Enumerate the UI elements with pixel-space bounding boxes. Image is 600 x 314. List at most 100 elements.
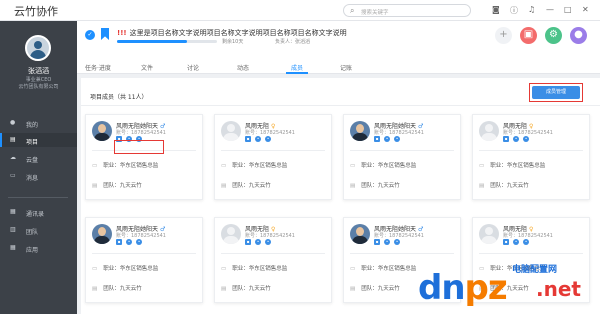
card-divider (479, 150, 583, 151)
sidebar-item-apps[interactable]: ▦ 应用 (0, 241, 77, 255)
member-position-text: 职业：华东区销售总监 (232, 163, 288, 169)
add-button[interactable]: + (495, 27, 512, 44)
member-team-text: 团队：九天云竹 (103, 286, 142, 292)
mail-icon[interactable]: • (523, 136, 529, 142)
tab-discussion[interactable]: 讨论 (187, 63, 199, 72)
member-actions: ▪ • • (245, 136, 275, 143)
member-position-text: 职业：华东区销售总监 (361, 266, 417, 272)
phone-icon[interactable]: • (255, 136, 261, 142)
mail-icon[interactable]: • (394, 239, 400, 245)
phone-icon[interactable]: • (384, 136, 390, 142)
tab-accounting[interactable]: 记账 (340, 63, 352, 72)
member-team-text: 团队：九天云竹 (232, 183, 271, 189)
mail-icon[interactable]: • (136, 239, 142, 245)
member-team: ▤ 团队：九天云竹 (92, 284, 142, 292)
sidebar-item-label: 项目 (26, 138, 39, 146)
sidebar-item-mine[interactable]: ● 我的 (0, 116, 77, 130)
section-title: 项目成员（共 11人） (90, 94, 148, 101)
sidebar: 张滔滔 事业兼CEO 云竹团队有限公司 ● 我的 ▤ 项目 ☁ 云盘 ▭ 消息 … (0, 21, 77, 314)
member-card[interactable]: 风雨无阻她阳天 ♂ 账号：18782542541 ▪ • • ▭ 职业：华东区销售总监 ▤ 团队：… (343, 114, 461, 200)
sidebar-divider (8, 197, 68, 198)
settings-icon[interactable]: ⚙ (545, 27, 562, 44)
sidebar-item-project[interactable]: ▤ 项目 (0, 133, 77, 147)
member-card[interactable]: 风雨无阻 ♀ 账号：18782542541 ▪ • • ▭ 职业：华东区销售总监 ▤ 团队：九天云… (472, 114, 590, 200)
sidebar-item-messages[interactable]: ▭ 消息 (0, 169, 77, 183)
delete-icon[interactable]: ▣ (520, 27, 537, 44)
sidebar-item-label: 通讯录 (26, 210, 45, 218)
sidebar-item-team[interactable]: ▥ 团队 (0, 223, 77, 237)
mail-icon[interactable]: • (265, 239, 271, 245)
more-icon[interactable]: ● (570, 27, 587, 44)
phone-icon[interactable]: • (255, 239, 261, 245)
member-avatar[interactable] (221, 121, 241, 141)
sidebar-item-contacts[interactable]: ▦ 通讯录 (0, 205, 77, 219)
card-divider (479, 253, 583, 254)
member-position-text: 职业：华东区销售总监 (103, 266, 159, 272)
member-card[interactable]: 风雨无阻她阳天 ♂ 账号：18782542541 ▪ • • ▭ 职业：华东区销售总监 ▤ 团队：… (85, 217, 203, 303)
member-card[interactable]: 风雨无阻她阳天 ♂ 账号：18782542541 ▪ • • ▭ 职业：华东区销售总监 ▤ 团队：… (85, 114, 203, 200)
chat-icon[interactable]: ▪ (116, 239, 122, 245)
chat-icon[interactable]: ▪ (374, 239, 380, 245)
member-avatar[interactable] (479, 224, 499, 244)
minimize-icon[interactable]: — (546, 5, 554, 14)
member-account: 账号：18782542541 (374, 130, 424, 136)
member-team-text: 团队：九天云竹 (361, 183, 400, 189)
team-icon: ▤ (221, 286, 227, 292)
team-icon: ▤ (350, 183, 356, 189)
priority-mark: !!! (117, 29, 127, 37)
phone-icon[interactable]: • (513, 136, 519, 142)
member-avatar[interactable] (350, 121, 370, 141)
card-divider (221, 150, 325, 151)
team-icon: ▤ (221, 183, 227, 189)
mail-icon[interactable]: • (394, 136, 400, 142)
team-icon: ▤ (92, 286, 98, 292)
briefcase-icon: ▭ (221, 266, 227, 272)
briefcase-icon: ▭ (221, 163, 227, 169)
tab-activity[interactable]: 动态 (237, 63, 249, 72)
check-icon[interactable]: ✓ (85, 30, 95, 40)
tab-members[interactable]: 成员 (285, 63, 309, 74)
phone-icon[interactable]: • (513, 239, 519, 245)
maximize-icon[interactable]: □ (564, 5, 572, 14)
user-company: 云竹团队有限公司 (18, 84, 59, 90)
top-bar: 云竹协作 ⌕ 搜索关键字 ◙ ⓘ ♫ — □ ✕ (0, 0, 600, 21)
phone-icon[interactable]: • (384, 239, 390, 245)
sidebar-item-cloud[interactable]: ☁ 云盘 (0, 151, 77, 165)
camera-icon[interactable]: ◙ (492, 5, 500, 14)
member-account: 账号：18782542541 (245, 130, 295, 136)
message-icon: ▭ (10, 172, 16, 179)
tab-tasks[interactable]: 任务·进度 (85, 63, 111, 72)
chat-icon[interactable]: ▪ (503, 136, 509, 142)
progress-fill (117, 40, 187, 43)
divider (81, 105, 600, 106)
bell-icon[interactable]: ♫ (528, 5, 535, 14)
mail-icon[interactable]: • (523, 239, 529, 245)
member-position: ▭ 职业：华东区销售总监 (221, 161, 287, 169)
member-card[interactable]: 风雨无阻 ♀ 账号：18782542541 ▪ • • ▭ 职业：华东区销售总监 ▤ 团队：九天云… (214, 114, 332, 200)
search-input[interactable]: ⌕ 搜索关键字 (343, 4, 471, 17)
member-avatar[interactable] (221, 224, 241, 244)
member-avatar[interactable] (92, 121, 112, 141)
chat-icon[interactable]: ▪ (245, 136, 251, 142)
member-position: ▭ 职业：华东区销售总监 (92, 161, 158, 169)
member-actions: ▪ • • (503, 136, 533, 143)
avatar[interactable] (25, 35, 51, 61)
bookmark-icon[interactable] (101, 28, 109, 40)
info-icon[interactable]: ⓘ (510, 5, 518, 16)
chat-icon[interactable]: ▪ (374, 136, 380, 142)
progress-bar (117, 40, 217, 43)
chat-icon[interactable]: ▪ (245, 239, 251, 245)
member-avatar[interactable] (92, 224, 112, 244)
member-avatar[interactable] (479, 121, 499, 141)
member-avatar[interactable] (350, 224, 370, 244)
tab-files[interactable]: 文件 (141, 63, 153, 72)
phone-icon[interactable]: • (126, 239, 132, 245)
member-card[interactable]: 风雨无阻 ♀ 账号：18782542541 ▪ • • ▭ 职业：华东区销售总监 ▤ 团队：九天云… (214, 217, 332, 303)
card-divider (350, 253, 454, 254)
member-account: 账号：18782542541 (116, 130, 166, 136)
member-position: ▭ 职业：华东区销售总监 (350, 161, 416, 169)
close-icon[interactable]: ✕ (582, 5, 589, 14)
chat-icon[interactable]: ▪ (503, 239, 509, 245)
mail-icon[interactable]: • (265, 136, 271, 142)
member-team-text: 团队：九天云竹 (103, 183, 142, 189)
